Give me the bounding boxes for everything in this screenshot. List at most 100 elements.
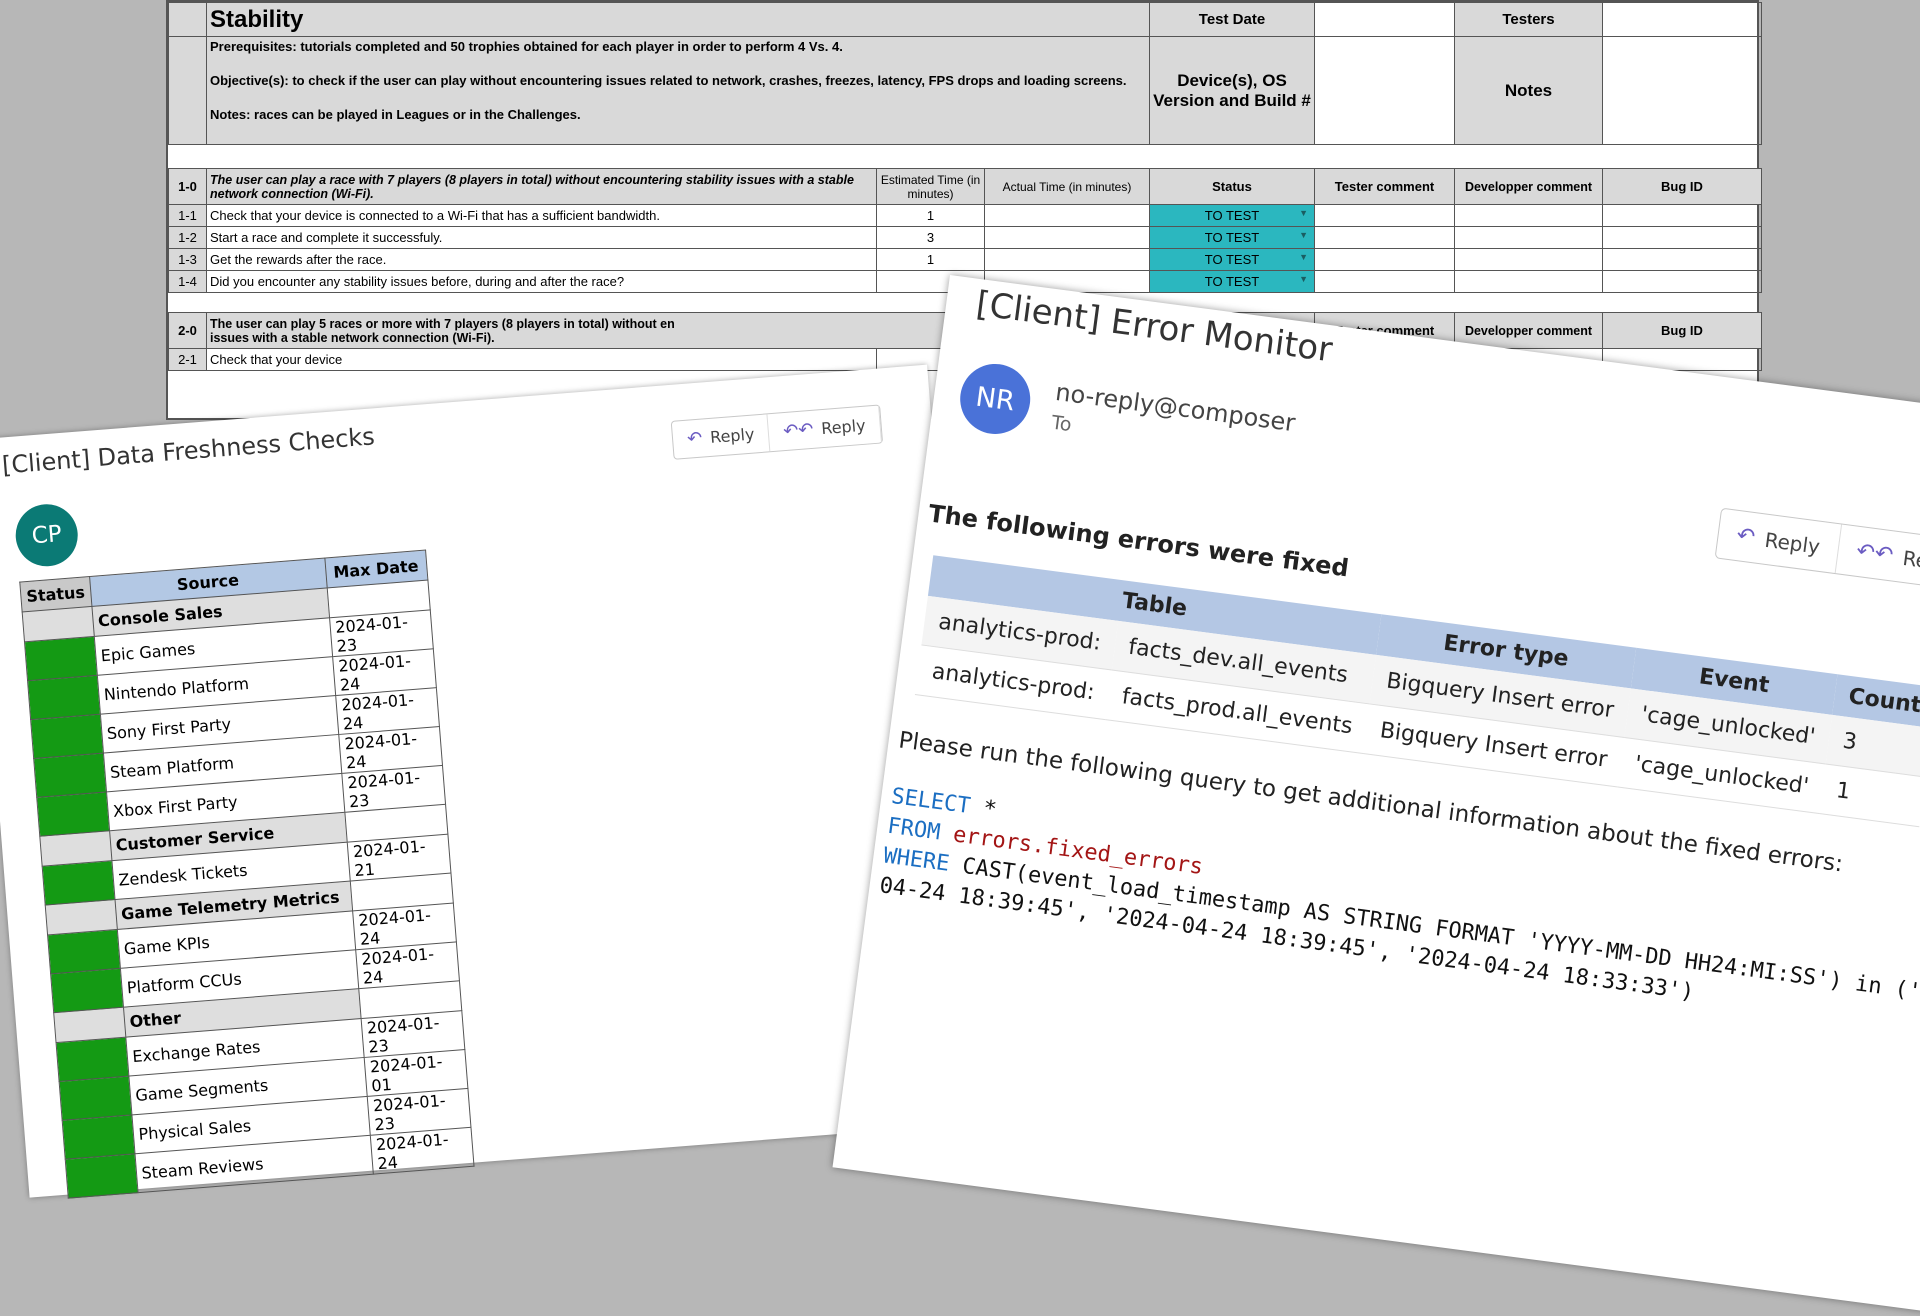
status-indicator	[30, 714, 104, 759]
sql-where-clause: CAST(event_load_timestamp AS STRING FORM…	[947, 852, 1920, 1014]
dev-comment-cell[interactable]	[1454, 248, 1603, 271]
sql-select-keyword: SELECT	[889, 783, 972, 820]
row-id: 2-1	[168, 348, 207, 371]
section2-dev-label: Developper comment	[1454, 312, 1603, 349]
reply-icon: ↶	[686, 427, 704, 450]
tester-comment-cell[interactable]	[1314, 270, 1455, 293]
row-est-time[interactable]: 1	[876, 248, 985, 271]
section2-id: 2-0	[168, 312, 207, 349]
to-label: To	[1050, 411, 1073, 437]
status-indicator	[27, 675, 100, 720]
dropdown-arrow-icon[interactable]: ▼	[1299, 252, 1308, 262]
dropdown-arrow-icon[interactable]: ▼	[1299, 208, 1308, 218]
row-id: 1-2	[168, 226, 207, 249]
tester-comment-cell[interactable]	[1314, 248, 1455, 271]
objective-text: Objective(s): to check if the user can p…	[210, 73, 1127, 88]
reply-all-button[interactable]: ↶↶ Reply	[767, 405, 882, 452]
section1-title: The user can play a race with 7 players …	[206, 168, 877, 205]
reply-all-icon: ↶↶	[782, 418, 815, 443]
reply-all-button[interactable]: ↶↶ Reply All	[1835, 524, 1920, 596]
dev-comment-cell[interactable]	[1454, 270, 1603, 293]
row-actual-time[interactable]	[984, 204, 1150, 227]
tester-comment-label: Tester comment	[1314, 168, 1455, 205]
status-indicator	[59, 1076, 132, 1121]
error-monitor-email: [Client] Error Monitor NR no-reply@compo…	[832, 275, 1920, 1316]
tester-comment-cell[interactable]	[1314, 204, 1455, 227]
freshness-body: Console Sales Epic Games 2024-01-23 Nintend…	[22, 580, 474, 1199]
errors-table: Table Error type Event Count analytics-p…	[914, 555, 1920, 827]
section1-id: 1-0	[168, 168, 207, 205]
row-id: 1-4	[168, 270, 207, 293]
test-description: Prerequisites: tutorials completed and 5…	[206, 36, 1150, 145]
status-value: TO TEST	[1204, 252, 1260, 267]
status-value: TO TEST	[1204, 230, 1260, 245]
row-step-text[interactable]: Check that your device	[206, 348, 877, 371]
dev-comment-cell[interactable]	[1454, 226, 1603, 249]
status-dropdown[interactable]: TO TEST ▼	[1149, 270, 1315, 293]
reply-all-label: Reply All	[1901, 545, 1920, 580]
test-date-label: Test Date	[1149, 2, 1315, 37]
status-label: Status	[1149, 168, 1315, 205]
row-step-text[interactable]: Check that your device is connected to a…	[206, 204, 877, 227]
reply-toolbar: ↶Reply ↶↶ Reply All	[1714, 507, 1920, 597]
sheet-title: Stability	[206, 2, 1150, 37]
notes-value[interactable]	[1602, 36, 1762, 145]
sql-select-rest: *	[968, 794, 999, 823]
status-indicator	[47, 929, 120, 974]
status-value: TO TEST	[1204, 274, 1260, 289]
status-indicator	[56, 1037, 129, 1082]
devices-label: Device(s), OS Version and Build #	[1149, 36, 1315, 145]
bug-id-cell[interactable]	[1602, 248, 1762, 271]
status-dropdown[interactable]: TO TEST ▼	[1149, 226, 1315, 249]
status-dropdown[interactable]: TO TEST ▼	[1149, 248, 1315, 271]
row-step-text[interactable]: Get the rewards after the race.	[206, 248, 877, 271]
est-time-label: Estimated Time (in minutes)	[876, 168, 985, 205]
reply-all-label: Reply	[820, 415, 867, 439]
dropdown-arrow-icon[interactable]: ▼	[1299, 230, 1308, 240]
freshness-email: [Client] Data Freshness Checks CP ↶ Reply…	[0, 364, 987, 1199]
row-actual-time[interactable]	[984, 248, 1150, 271]
row-actual-time[interactable]	[984, 226, 1150, 249]
spacer-row	[168, 144, 1762, 169]
status-indicator	[33, 753, 107, 798]
row-step-text[interactable]: Start a race and complete it successfuly…	[206, 226, 877, 249]
sender-address: no-reply@composer	[1053, 377, 1297, 438]
reply-icon: ↶	[1735, 523, 1757, 551]
status-indicator	[36, 791, 110, 837]
sql-query[interactable]: SELECT * FROM errors.fixed_errors WHERE …	[878, 782, 1920, 1046]
dev-comment-cell[interactable]	[1454, 204, 1603, 227]
reply-button[interactable]: ↶ Reply	[1715, 508, 1842, 574]
email-subject: [Client] Data Freshness Checks	[1, 422, 376, 480]
row-id: 1-3	[168, 248, 207, 271]
sql-where-keyword: WHERE	[881, 843, 951, 877]
row-est-time[interactable]: 1	[876, 204, 985, 227]
bug-id-cell[interactable]	[1602, 204, 1762, 227]
devices-value[interactable]	[1314, 36, 1455, 145]
testers-label: Testers	[1454, 2, 1603, 37]
notes-text: Notes: races can be played in Leagues or…	[210, 107, 581, 122]
row-id: 1-1	[168, 204, 207, 227]
testers-value[interactable]	[1602, 2, 1762, 37]
bug-id-cell[interactable]	[1602, 226, 1762, 249]
row-est-time[interactable]: 3	[876, 226, 985, 249]
sql-from-keyword: FROM	[885, 813, 942, 846]
bug-id-cell[interactable]	[1602, 270, 1762, 293]
max-date: 2024-01-24	[369, 1127, 474, 1175]
dropdown-arrow-icon[interactable]: ▼	[1299, 274, 1308, 284]
status-dropdown[interactable]: TO TEST ▼	[1149, 204, 1315, 227]
actual-time-label: Actual Time (in minutes)	[984, 168, 1150, 205]
status-indicator	[42, 860, 115, 906]
reply-button[interactable]: ↶ Reply	[671, 414, 771, 459]
tester-comment-cell[interactable]	[1314, 226, 1455, 249]
reply-label: Reply	[709, 424, 756, 447]
row-header-cell[interactable]	[168, 2, 207, 37]
status-indicator	[50, 968, 124, 1013]
row-header-cell	[168, 36, 207, 145]
section2-bug-label: Bug ID	[1602, 312, 1762, 349]
row-step-text[interactable]: Did you encounter any stability issues b…	[206, 270, 877, 293]
reply-toolbar: ↶ Reply ↶↶ Reply	[670, 404, 883, 460]
test-date-value[interactable]	[1314, 2, 1455, 37]
status-value: TO TEST	[1204, 208, 1260, 223]
dev-comment-label: Developper comment	[1454, 168, 1603, 205]
bug-id-label: Bug ID	[1602, 168, 1762, 205]
